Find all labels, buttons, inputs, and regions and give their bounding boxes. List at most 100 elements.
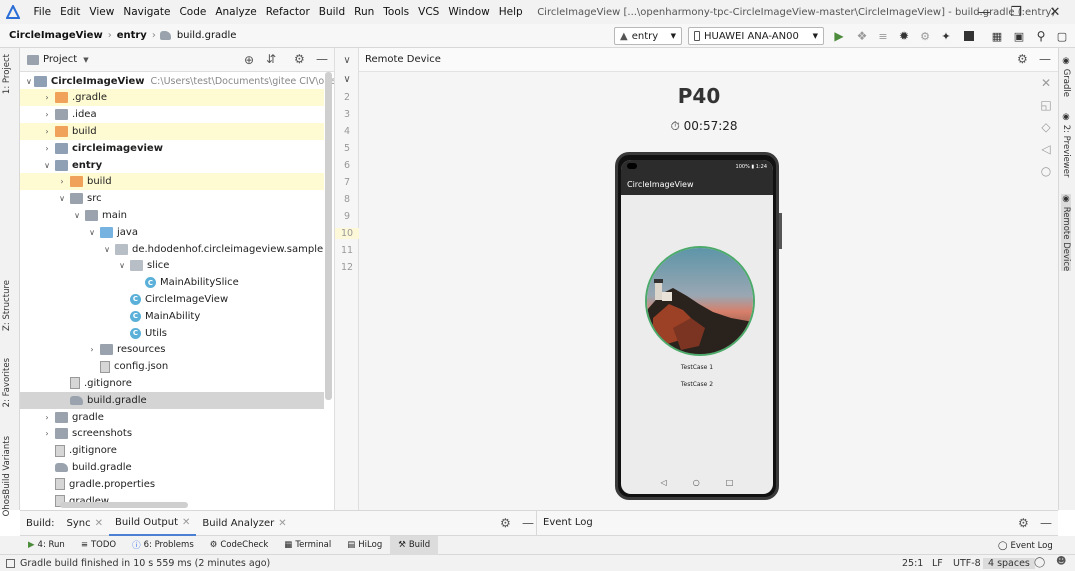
breadcrumb-project[interactable]: CircleImageView: [6, 30, 106, 41]
profile-icon[interactable]: ⚙: [918, 29, 932, 43]
tree-item[interactable]: › build: [20, 173, 324, 191]
tree-item[interactable]: › circleimageview: [20, 140, 324, 157]
chevron-right-icon[interactable]: ›: [41, 110, 53, 119]
menu-vcs[interactable]: VCS: [414, 0, 444, 24]
tree-item[interactable]: ∨ src: [20, 190, 324, 207]
chevron-down-icon[interactable]: ∨: [71, 211, 83, 220]
breadcrumb-file[interactable]: build.gradle: [174, 30, 240, 41]
close-window-icon[interactable]: ✕: [1037, 0, 1073, 24]
tree-item[interactable]: › build: [20, 122, 324, 140]
menu-view[interactable]: View: [85, 0, 119, 24]
tree-item[interactable]: .gitignore: [20, 375, 324, 392]
tree-item[interactable]: .gitignore: [20, 442, 324, 459]
tab-remote-device[interactable]: ◉ Remote Device: [1061, 194, 1071, 272]
tree-item[interactable]: ∨ main: [20, 207, 324, 224]
project-view-label[interactable]: Project: [43, 54, 77, 65]
chevron-right-icon[interactable]: ›: [86, 345, 98, 354]
tab-project[interactable]: 1: Project: [2, 54, 12, 94]
testcase-1-label[interactable]: TestCase 1: [621, 364, 773, 371]
tab-sync[interactable]: Sync ✕: [60, 511, 109, 536]
close-tab-icon[interactable]: ✕: [182, 517, 190, 528]
toolwindow-codecheck[interactable]: ⚙ CodeCheck: [202, 536, 277, 555]
tag-icon[interactable]: ◇: [1039, 120, 1053, 134]
menu-edit[interactable]: Edit: [56, 0, 85, 24]
tree-item[interactable]: ∨ de.hdodenhof.circleimageview.sample: [20, 241, 324, 258]
toolwindow-terminal[interactable]: ▦ Terminal: [276, 536, 339, 555]
run-icon[interactable]: ▶: [832, 29, 846, 43]
recents-icon[interactable]: □: [726, 478, 734, 487]
lock-icon[interactable]: ◯: [1034, 557, 1045, 568]
circle-image[interactable]: [645, 246, 755, 356]
bug-icon[interactable]: ✹: [897, 29, 911, 43]
hide-icon[interactable]: —: [522, 516, 534, 530]
chevron-down-icon[interactable]: ▼: [83, 56, 88, 64]
chevron-right-icon[interactable]: ›: [41, 429, 53, 438]
device-select[interactable]: HUAWEI ANA-AN00 ▼: [688, 27, 824, 45]
chevron-down-icon[interactable]: ∨: [86, 228, 98, 237]
apply-changes-icon[interactable]: ≡: [876, 29, 890, 43]
tree-item[interactable]: › screenshots: [20, 425, 324, 442]
sdk-manager-icon[interactable]: ▢: [1055, 29, 1069, 43]
chevron-right-icon[interactable]: ›: [41, 413, 53, 422]
tree-item[interactable]: C MainAbilitySlice: [20, 274, 324, 291]
tree-item[interactable]: gradle.properties: [20, 476, 324, 493]
hector-icon[interactable]: ☻: [1056, 556, 1066, 567]
tab-build-variants[interactable]: OhosBuild Variants: [2, 436, 12, 516]
hide-icon[interactable]: —: [316, 52, 328, 66]
status-message[interactable]: Gradle build finished in 10 s 559 ms (2 …: [20, 558, 270, 569]
tree-item[interactable]: C MainAbility: [20, 308, 324, 325]
search-icon[interactable]: ⚲: [1034, 29, 1048, 43]
gear-icon[interactable]: ⚙: [1017, 52, 1028, 66]
tree-item[interactable]: › .idea: [20, 106, 324, 123]
close-icon[interactable]: ✕: [1039, 76, 1053, 90]
tree-item[interactable]: C Utils: [20, 325, 324, 342]
hide-icon[interactable]: —: [1040, 516, 1052, 530]
indent-setting[interactable]: 4 spaces: [983, 557, 1035, 569]
attach-debugger-icon[interactable]: ✦: [939, 29, 953, 43]
menu-help[interactable]: Help: [494, 0, 527, 24]
tree-item[interactable]: › resources: [20, 341, 324, 358]
gear-icon[interactable]: ⚙: [1018, 516, 1029, 530]
caret-position[interactable]: 25:1: [897, 558, 928, 569]
menu-code[interactable]: Code: [175, 0, 211, 24]
close-tab-icon[interactable]: ✕: [95, 518, 103, 529]
gear-icon[interactable]: ⚙: [500, 516, 511, 530]
testcase-2-label[interactable]: TestCase 2: [621, 381, 773, 388]
tree-item[interactable]: ∨ slice: [20, 257, 324, 274]
chevron-right-icon[interactable]: ›: [56, 177, 68, 186]
menu-navigate[interactable]: Navigate: [119, 0, 175, 24]
close-tab-icon[interactable]: ✕: [278, 518, 286, 529]
chevron-down-icon[interactable]: ∨: [335, 48, 359, 72]
chevron-right-icon[interactable]: ›: [41, 93, 53, 102]
device-manager-icon[interactable]: ▣: [1012, 29, 1026, 43]
tree-item[interactable]: ∨ entry: [20, 157, 324, 174]
tree-item[interactable]: ∨ java: [20, 224, 324, 241]
menu-file[interactable]: File: [29, 0, 56, 24]
tree-item[interactable]: build.gradle: [20, 391, 324, 409]
toolwindow-todo[interactable]: ≡ TODO: [73, 536, 124, 555]
tree-item[interactable]: C CircleImageView: [20, 291, 324, 308]
menu-analyze[interactable]: Analyze: [211, 0, 261, 24]
collapse-all-icon[interactable]: ⇵: [266, 52, 276, 66]
tree-vertical-scrollbar[interactable]: [325, 72, 332, 400]
toolwindow-run[interactable]: ▶ 4: Run: [20, 536, 73, 555]
back-icon[interactable]: ◁: [661, 478, 667, 487]
chevron-down-icon[interactable]: ∨: [26, 77, 32, 86]
tree-item[interactable]: › .gradle: [20, 89, 324, 107]
menu-run[interactable]: Run: [350, 0, 379, 24]
chevron-down-icon[interactable]: ∨: [41, 161, 53, 170]
back-triangle-icon[interactable]: ◁: [1039, 142, 1053, 156]
debug-icon[interactable]: ❖: [855, 29, 869, 43]
tree-item[interactable]: config.json: [20, 358, 324, 375]
gear-icon[interactable]: ⚙: [294, 52, 305, 66]
toolwindow-build[interactable]: ⚒ Build: [390, 535, 439, 555]
home-circle-icon[interactable]: ○: [1039, 164, 1053, 178]
file-encoding[interactable]: UTF-8: [948, 558, 986, 569]
locate-icon[interactable]: ⊕: [244, 53, 254, 67]
minimize-icon[interactable]: —: [966, 0, 1002, 24]
tree-item[interactable]: build.gradle: [20, 459, 324, 476]
menu-tools[interactable]: Tools: [379, 0, 414, 24]
tree-horizontal-scrollbar[interactable]: [60, 502, 188, 508]
toolwindow-hilog[interactable]: ▤ HiLog: [339, 536, 390, 555]
hide-icon[interactable]: —: [1039, 52, 1051, 66]
